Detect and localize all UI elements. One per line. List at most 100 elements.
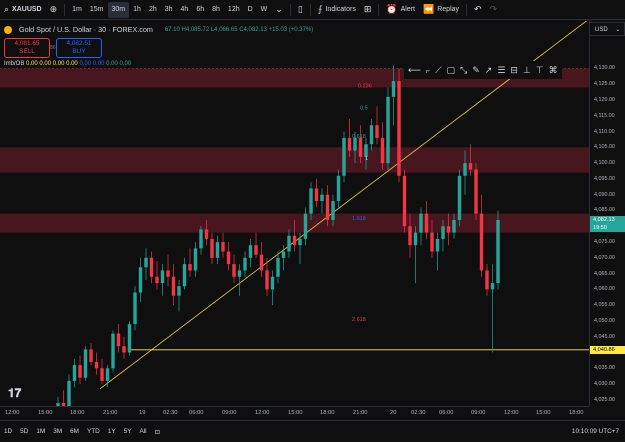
interval-1h[interactable]: 1h	[129, 0, 145, 20]
indicators-button[interactable]: ⨍ Indicators	[314, 0, 360, 20]
candle-body	[83, 349, 88, 378]
candle-body	[259, 254, 264, 271]
buy-label: BUY	[72, 48, 86, 55]
rectangle-icon[interactable]: ▢	[447, 65, 456, 76]
sell-button[interactable]: 4,081.65 SELL	[4, 38, 50, 58]
candle-body	[166, 270, 170, 277]
interval-d[interactable]: D	[244, 0, 257, 20]
interval-1m[interactable]: 1m	[68, 0, 86, 20]
templates-button[interactable]: ⊞	[360, 0, 376, 20]
brush-icon[interactable]: ✎	[472, 65, 480, 76]
arrow-icon[interactable]: ↗	[485, 65, 493, 76]
time-tick: 09:00	[471, 410, 486, 416]
long-position-icon[interactable]: ⊥	[523, 65, 531, 76]
range-5d[interactable]: 5D	[16, 428, 32, 435]
candle-body	[144, 257, 148, 268]
candle-body	[199, 229, 203, 249]
measure-icon[interactable]: ⊟	[510, 65, 518, 76]
candles-icon: ▯	[297, 4, 303, 14]
candle-body	[347, 137, 352, 151]
time-tick: 20	[390, 410, 397, 416]
sell-price: 4,081.65	[14, 40, 40, 47]
currency-selector[interactable]: USD ⌄	[589, 22, 625, 36]
fib-icon[interactable]: ☰	[497, 65, 505, 76]
price-tick: 4,075.00	[594, 239, 615, 246]
time-tick: 18:00	[70, 410, 85, 416]
buy-button[interactable]: 4,082.51 BUY	[56, 38, 102, 58]
text-icon[interactable]: ⟔	[426, 65, 430, 76]
hline-price-label: 4,040.86	[590, 345, 625, 354]
candle-body	[171, 276, 176, 296]
alert-button[interactable]: ⏰ Alert	[382, 0, 419, 20]
candle-body	[72, 365, 77, 381]
tradingview-logo: 𝟏𝟕	[8, 386, 22, 400]
range-1m[interactable]: 1M	[32, 428, 49, 435]
chart-area[interactable]: 0.236 0.5 0.618 1 1.618 2.618 Gold Spot / U.S…	[0, 21, 589, 406]
interval-12h[interactable]: 12h	[224, 0, 244, 20]
top-toolbar: ⌕ XAUUSD ⊕ 1m 15m 30m 1h 2h 3h 4h 6h 8h …	[0, 0, 625, 20]
range-ytd[interactable]: YTD	[83, 428, 104, 435]
clock[interactable]: 10:10:09 UTC+7	[572, 428, 625, 435]
interval-3h[interactable]: 3h	[161, 0, 177, 20]
range-1y[interactable]: 1Y	[104, 428, 120, 435]
date-range-icon[interactable]: ⊡	[151, 428, 164, 436]
candle-body	[386, 96, 390, 164]
divider	[309, 3, 311, 16]
price-tick: 4,085.00	[594, 207, 615, 214]
divider	[466, 3, 468, 16]
fib-level-label: 1.618	[352, 216, 366, 222]
interval-4h[interactable]: 4h	[177, 0, 193, 20]
replay-button[interactable]: ⏪ Replay	[419, 0, 463, 20]
range-1d[interactable]: 1D	[0, 428, 16, 435]
time-tick: 02:30	[411, 410, 426, 416]
candle-body	[138, 267, 143, 293]
sell-label: SELL	[19, 48, 35, 55]
interval-w[interactable]: W	[257, 0, 272, 20]
candle-body	[248, 245, 253, 258]
candle-body	[397, 81, 401, 176]
symbol-label: XAUUSD	[12, 6, 42, 13]
candle-body	[413, 232, 418, 246]
candle-body	[474, 169, 478, 214]
candle-body	[303, 213, 308, 239]
candle-body	[155, 276, 159, 284]
interval-dropdown[interactable]: ⌄	[271, 0, 287, 20]
indicators-label: Indicators	[325, 6, 356, 13]
range-5y[interactable]: 5Y	[120, 428, 136, 435]
candle-body	[276, 257, 280, 277]
undo-button[interactable]: ↶	[470, 0, 486, 20]
compare-button[interactable]: ⊕	[46, 0, 62, 20]
redo-button[interactable]: ↷	[486, 0, 502, 20]
range-all[interactable]: All	[135, 428, 150, 435]
supply-demand-zone	[0, 147, 589, 173]
candle-body	[177, 286, 181, 296]
interval-6h[interactable]: 6h	[192, 0, 208, 20]
candle-body	[111, 333, 115, 369]
pattern-icon[interactable]: ⌘	[549, 65, 558, 76]
candle-body	[336, 175, 341, 202]
price-axis[interactable]: 4,130.00 4,125.00 4,120.00 4,115.00 4,110.00…	[589, 21, 625, 406]
symbol-search[interactable]: ⌕ XAUUSD	[0, 0, 46, 20]
candle-body	[188, 264, 192, 271]
indicator-legend[interactable]: Imb/OB 0.00 0.00 0.00 0.00 0.00 0.00 0.0…	[4, 61, 131, 67]
candle-body	[452, 219, 456, 233]
time-axis[interactable]: 12:00 15:00 18:00 21:00 19 02:30 06:00 09:00 12:…	[0, 406, 589, 420]
chart-type-button[interactable]: ▯	[294, 0, 307, 20]
interval-15m[interactable]: 15m	[86, 0, 108, 20]
time-tick: 15:00	[38, 410, 53, 416]
indicator-value: 0.00	[26, 61, 38, 67]
time-tick: 09:00	[222, 410, 237, 416]
price-tick: 4,130.00	[594, 65, 615, 72]
candle-body	[127, 324, 132, 353]
path-icon[interactable]: ⤡	[460, 65, 467, 76]
trend-line-icon[interactable]: ⟋	[435, 65, 441, 76]
search-icon: ⌕	[4, 4, 10, 14]
interval-2h[interactable]: 2h	[145, 0, 161, 20]
candle-body	[193, 248, 198, 271]
interval-8h[interactable]: 8h	[208, 0, 224, 20]
range-6m[interactable]: 6M	[66, 428, 83, 435]
horizontal-line-icon[interactable]: ⟵	[408, 65, 421, 76]
short-position-icon[interactable]: ⊤	[536, 65, 544, 76]
interval-30m[interactable]: 30m	[107, 1, 130, 18]
range-3m[interactable]: 3M	[49, 428, 66, 435]
